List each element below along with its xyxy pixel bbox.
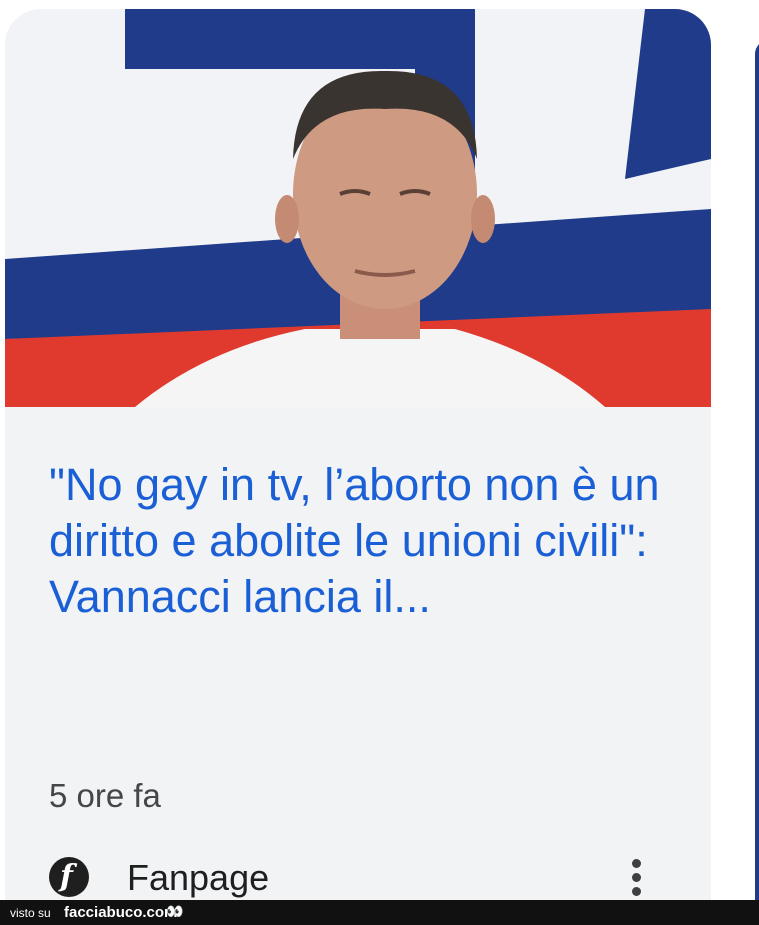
article-title[interactable]: "No gay in tv, l’aborto non è un diritto…: [49, 457, 669, 625]
article-time: 5 ore fa: [49, 777, 161, 814]
news-card[interactable]: "No gay in tv, l’aborto non è un diritto…: [5, 9, 711, 909]
fanpage-logo-icon: f: [49, 857, 89, 897]
source-name: Fanpage: [127, 857, 270, 898]
more-vert-icon[interactable]: [629, 859, 643, 903]
brand-label: facciabuco.com: [64, 904, 178, 921]
next-news-card[interactable]: [755, 40, 759, 900]
seen-on-label: visto su: [10, 906, 51, 920]
article-source: f Fanpage: [49, 851, 689, 901]
watermark-footer: visto su facciabuco.com 👀: [0, 900, 759, 925]
eyes-icon: 👀: [166, 903, 184, 919]
source-logo-letter: f: [60, 859, 73, 894]
article-thumbnail[interactable]: [5, 9, 711, 407]
